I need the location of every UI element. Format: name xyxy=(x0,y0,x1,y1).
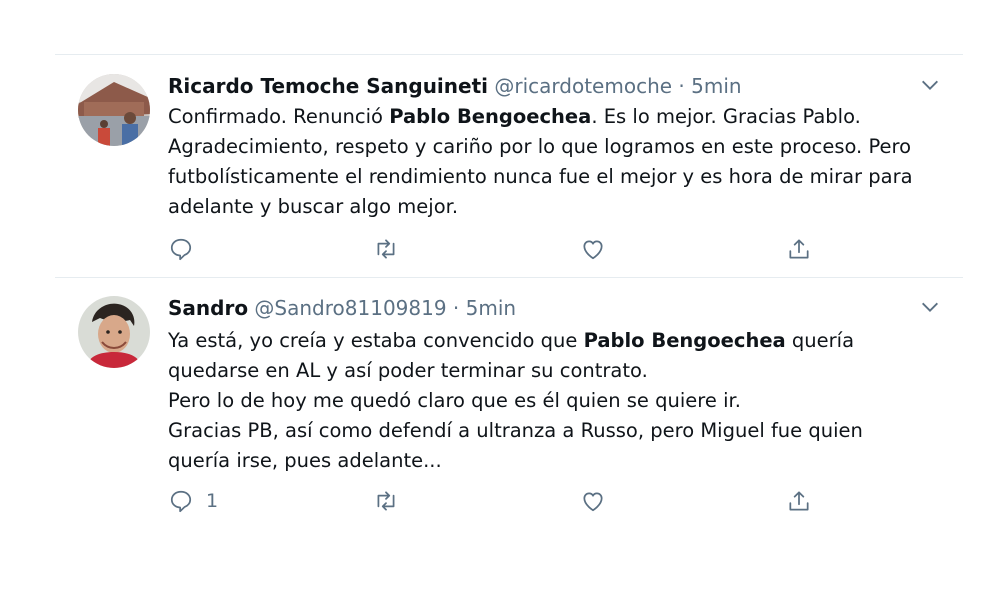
top-divider xyxy=(55,54,963,55)
retweet-icon xyxy=(377,491,395,511)
chevron-down-icon[interactable] xyxy=(919,74,941,96)
tweet-2[interactable]: Sandro @Sandro81109819 · 5min Ya está, y… xyxy=(55,294,963,524)
like-icon xyxy=(583,240,603,260)
tweet-actions xyxy=(168,234,828,264)
share-icon xyxy=(789,239,809,259)
reply-count: 1 xyxy=(206,490,219,512)
reply-icon xyxy=(170,238,192,261)
avatar[interactable] xyxy=(78,296,150,368)
reply-icon xyxy=(170,490,192,513)
reply-button[interactable] xyxy=(168,234,194,264)
separator: · xyxy=(446,296,466,320)
like-icon xyxy=(583,492,603,512)
avatar-image xyxy=(78,296,150,368)
share-button[interactable] xyxy=(786,486,812,516)
chevron-down-icon[interactable] xyxy=(919,296,941,318)
avatar-image xyxy=(78,74,150,146)
tweet-text: Confirmado. Renunció Pablo Bengoechea. E… xyxy=(168,105,913,218)
retweet-button[interactable] xyxy=(373,234,399,264)
share-icon xyxy=(789,491,809,511)
retweet-icon xyxy=(377,239,395,259)
like-button[interactable] xyxy=(580,486,606,516)
mention-bold: Pablo Bengoechea xyxy=(389,105,592,128)
tweet-header: Ricardo Temoche Sanguineti @ricardotemoc… xyxy=(168,72,742,100)
share-button[interactable] xyxy=(786,234,812,264)
tweet-header: Sandro @Sandro81109819 · 5min xyxy=(168,294,516,322)
timestamp[interactable]: 5min xyxy=(691,74,741,98)
display-name[interactable]: Sandro xyxy=(168,296,248,320)
display-name[interactable]: Ricardo Temoche Sanguineti xyxy=(168,74,488,98)
mention-bold: Pablo Bengoechea xyxy=(583,329,786,352)
tweet-actions: 1 xyxy=(168,486,828,516)
like-button[interactable] xyxy=(580,234,606,264)
timestamp[interactable]: 5min xyxy=(466,296,516,320)
retweet-button[interactable] xyxy=(373,486,399,516)
tweet-divider xyxy=(55,277,963,278)
tweet-1[interactable]: Ricardo Temoche Sanguineti @ricardotemoc… xyxy=(55,72,963,272)
tweet-text: Ya está, yo creía y estaba convencido qu… xyxy=(168,329,863,472)
handle[interactable]: @Sandro81109819 xyxy=(254,296,446,320)
reply-button[interactable]: 1 xyxy=(168,486,218,516)
handle[interactable]: @ricardotemoche xyxy=(494,74,672,98)
separator: · xyxy=(672,74,692,98)
avatar[interactable] xyxy=(78,74,150,146)
